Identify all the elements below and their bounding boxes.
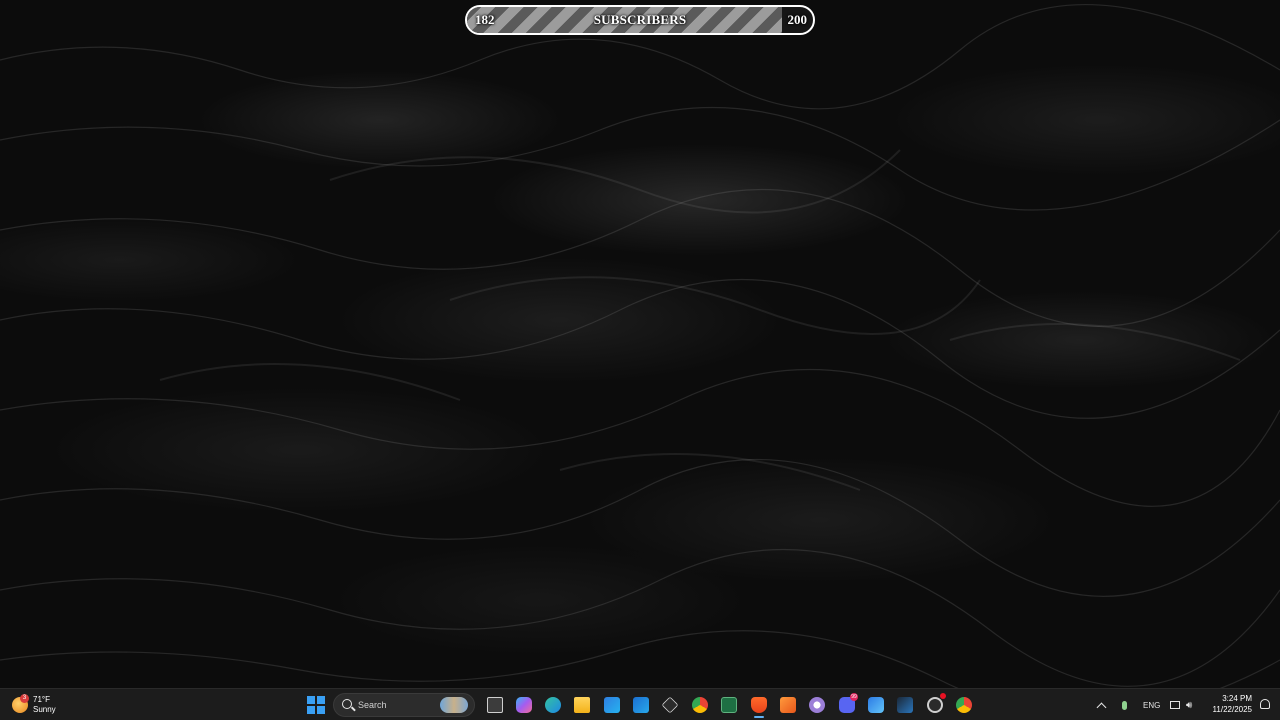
steam-icon <box>897 697 913 713</box>
search-icon <box>342 699 352 709</box>
outlook-button[interactable] <box>629 693 653 717</box>
network-icon <box>1170 701 1180 709</box>
installer-icon <box>868 697 884 713</box>
recorder-icon <box>927 697 943 713</box>
unity-icon <box>661 696 679 714</box>
sun-icon: 3 <box>12 694 29 713</box>
subscriber-label: SUBSCRIBERS <box>593 12 687 27</box>
subscriber-goal: 200 <box>787 12 808 27</box>
obs-button[interactable] <box>805 693 829 717</box>
chrome-button[interactable] <box>688 693 712 717</box>
clock-date: 11/22/2025 <box>1212 705 1252 714</box>
volume-icon: 🔊︎ <box>1186 699 1193 711</box>
notification-bell-icon[interactable] <box>1260 699 1270 709</box>
search-highlight-icon <box>440 697 468 713</box>
start-button[interactable] <box>307 696 325 714</box>
language-label: ENG <box>1143 700 1161 710</box>
obs-icon <box>809 697 825 713</box>
weather-widget[interactable]: 3 71°F Sunny <box>12 693 56 717</box>
chrome-icon <box>956 697 972 713</box>
excel-icon <box>721 697 737 713</box>
chrome-icon <box>692 697 708 713</box>
discord-button[interactable]: 99 <box>835 693 859 717</box>
copilot-button[interactable] <box>512 693 536 717</box>
steam-button[interactable] <box>893 693 917 717</box>
clock[interactable]: 3:24 PM 11/22/2025 <box>1213 693 1252 715</box>
store-button[interactable] <box>600 693 624 717</box>
weather-condition: Sunny <box>33 705 56 714</box>
wave-texture <box>0 3 1280 688</box>
microphone-button[interactable] <box>1122 693 1127 717</box>
edge-icon <box>545 697 561 713</box>
desktop-wallpaper: 182 SUBSCRIBERS 200 <box>0 0 1280 688</box>
volume-button[interactable]: 🔊︎ <box>1186 693 1192 717</box>
network-button[interactable] <box>1170 693 1180 717</box>
task-view-button[interactable] <box>483 693 507 717</box>
brave-button[interactable] <box>747 693 771 718</box>
edge-button[interactable] <box>541 693 565 717</box>
file-explorer-button[interactable] <box>570 693 594 717</box>
recorder-alert-dot <box>940 693 946 699</box>
brave-icon <box>751 697 767 713</box>
outlook-icon <box>633 697 649 713</box>
chrome-profile-button[interactable] <box>952 693 976 717</box>
clock-time: 3:24 PM <box>1222 694 1252 703</box>
copilot-icon <box>516 697 532 713</box>
search-box[interactable]: Search <box>333 693 475 717</box>
recorder-button[interactable] <box>923 693 947 717</box>
adobe-button[interactable] <box>776 693 800 717</box>
chevron-up-icon <box>1096 702 1107 712</box>
folder-icon <box>574 697 590 713</box>
weather-badge: 3 <box>20 694 29 703</box>
weather-temperature: 71°F <box>33 695 50 704</box>
microphone-icon <box>1122 700 1127 710</box>
taskbar: 3 71°F Sunny Search 99 ENG 🔊︎ 3:24 PM 11… <box>0 688 1280 720</box>
task-view-icon <box>487 697 503 713</box>
language-indicator[interactable]: ENG <box>1143 693 1160 717</box>
adobe-icon <box>780 697 796 713</box>
show-hidden-icons-button[interactable] <box>1096 693 1107 717</box>
unity-button[interactable] <box>658 693 682 717</box>
installer-button[interactable] <box>864 693 888 717</box>
excel-button[interactable] <box>717 693 741 717</box>
subscriber-progress-bar: 182 SUBSCRIBERS 200 <box>465 5 815 35</box>
store-icon <box>604 697 620 713</box>
search-placeholder: Search <box>358 700 387 710</box>
discord-badge: 99 <box>850 693 858 701</box>
windows-logo-icon <box>307 696 315 704</box>
